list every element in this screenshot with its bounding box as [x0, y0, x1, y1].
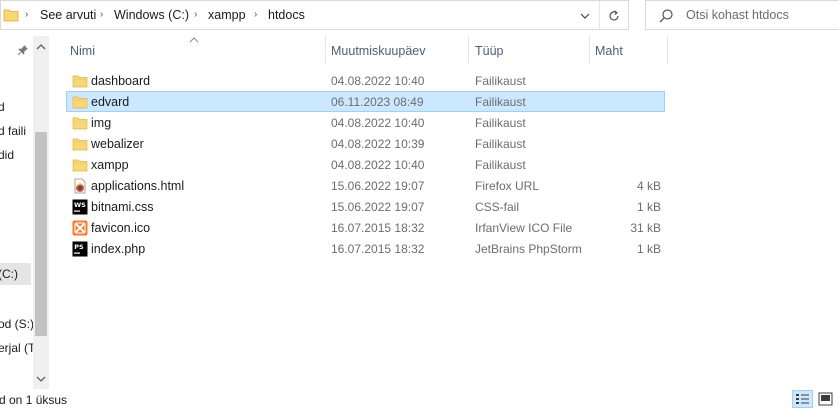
column-divider[interactable]: [589, 36, 590, 64]
file-name: edvard: [91, 95, 130, 109]
column-header-row: Nimi Muutmiskuupäev Tüüp Maht: [0, 36, 839, 64]
file-type: JetBrains PhpStorm: [475, 242, 582, 256]
address-bar[interactable]: › See arvuti › Windows (C:) › xampp › ht…: [0, 0, 629, 30]
large-icons-view-button[interactable]: [816, 390, 835, 408]
column-header-date[interactable]: Muutmiskuupäev: [331, 36, 426, 64]
file-size: 1 kB: [636, 242, 661, 256]
xampp-icon: [72, 220, 88, 236]
status-text: d on 1 üksus: [0, 393, 68, 407]
refresh-icon[interactable]: [605, 7, 623, 25]
file-row[interactable]: favicon.ico 16.07.2015 18:32 IrfanView I…: [66, 217, 665, 238]
file-row[interactable]: PS index.php 16.07.2015 18:32 JetBrains …: [66, 238, 665, 259]
folder-icon: [72, 117, 88, 130]
file-name: img: [91, 116, 112, 130]
file-date: 04.08.2022 10:40: [331, 74, 425, 88]
breadcrumb-xampp[interactable]: xampp: [208, 8, 246, 22]
breadcrumb-htdocs[interactable]: htdocs: [268, 8, 305, 22]
column-divider[interactable]: [468, 36, 469, 64]
breadcrumb-separator-icon[interactable]: ›: [254, 9, 257, 20]
file-date: 15.06.2022 19:07: [331, 179, 425, 193]
large-icons-view-icon: [818, 392, 833, 406]
scroll-down-arrow-icon[interactable]: [35, 373, 47, 385]
breadcrumb-separator-icon: ›: [25, 9, 29, 20]
file-name: xampp: [91, 158, 129, 172]
file-date: 16.07.2015 18:32: [331, 221, 425, 235]
file-date: 04.08.2022 10:40: [331, 158, 425, 172]
file-row[interactable]: WS bitnami.css 15.06.2022 19:07 CSS-fail…: [66, 196, 665, 217]
file-type: Failikaust: [475, 116, 526, 130]
folder-icon: [72, 96, 88, 109]
file-type: Failikaust: [475, 158, 526, 172]
file-date: 15.06.2022 19:07: [331, 200, 425, 214]
file-name: applications.html: [91, 179, 185, 193]
phpstorm-icon: PS: [72, 241, 88, 257]
file-type: Failikaust: [475, 74, 526, 88]
chevron-down-icon[interactable]: [576, 7, 594, 25]
file-row[interactable]: xampp 04.08.2022 10:40 Failikaust: [66, 154, 665, 175]
column-header-size[interactable]: Maht: [595, 36, 623, 64]
breadcrumb-separator-icon[interactable]: ›: [100, 9, 103, 20]
file-date: 16.07.2015 18:32: [331, 242, 425, 256]
file-size: 31 kB: [630, 221, 661, 235]
svg-text:PS: PS: [74, 243, 84, 251]
search-icon: [659, 9, 673, 23]
nav-item[interactable]: od (S:): [0, 317, 34, 331]
file-date: 06.11.2023 08:49: [331, 95, 424, 109]
file-row[interactable]: applications.html 15.06.2022 19:07 Firef…: [66, 175, 665, 196]
file-type: Firefox URL: [475, 179, 540, 193]
webstorm-icon: WS: [72, 199, 88, 215]
file-name: bitnami.css: [91, 200, 154, 214]
nav-item[interactable]: erjal (T: [0, 341, 35, 355]
svg-text:WS: WS: [74, 201, 86, 209]
file-name: dashboard: [91, 74, 151, 88]
address-divider: [599, 1, 600, 29]
details-view-icon: [796, 394, 809, 404]
folder-icon: [72, 159, 88, 172]
file-row[interactable]: webalizer 04.08.2022 10:39 Failikaust: [66, 133, 665, 154]
column-header-type[interactable]: Tüüp: [475, 36, 504, 64]
file-type: CSS-fail: [475, 200, 520, 214]
file-row[interactable]: dashboard 04.08.2022 10:40 Failikaust: [66, 70, 665, 91]
folder-icon: [3, 9, 19, 22]
column-divider[interactable]: [667, 36, 668, 64]
file-name: index.php: [91, 242, 146, 256]
column-divider[interactable]: [325, 36, 326, 64]
file-name: favicon.ico: [91, 221, 151, 235]
file-size: 1 kB: [636, 200, 661, 214]
navigation-pane: d d faili did (C:) od (S:) erjal (T: [0, 36, 49, 389]
details-view-button[interactable]: [792, 390, 813, 408]
nav-item[interactable]: did: [0, 148, 14, 162]
file-row[interactable]: img 04.08.2022 10:40 Failikaust: [66, 112, 665, 133]
breadcrumb-drive-c[interactable]: Windows (C:): [114, 8, 189, 22]
file-size: 4 kB: [636, 179, 661, 193]
search-box[interactable]: Otsi kohast htdocs: [645, 0, 839, 30]
file-date: 04.08.2022 10:39: [331, 137, 425, 151]
nav-item[interactable]: d: [0, 100, 5, 114]
file-date: 04.08.2022 10:40: [331, 116, 425, 130]
nav-item-drive-c[interactable]: (C:): [0, 263, 31, 285]
file-type: Failikaust: [475, 137, 526, 151]
folder-icon: [72, 138, 88, 151]
file-type: Failikaust: [475, 95, 526, 109]
file-type: IrfanView ICO File: [475, 221, 573, 235]
firefox-html-icon: [74, 178, 86, 194]
file-row-selected[interactable]: edvard 06.11.2023 08:49 Failikaust: [66, 91, 665, 112]
nav-item[interactable]: d faili: [0, 124, 26, 138]
breadcrumb-this-pc[interactable]: See arvuti: [40, 8, 96, 22]
file-name: webalizer: [91, 137, 144, 151]
search-input[interactable]: Otsi kohast htdocs: [686, 8, 789, 22]
folder-icon: [72, 75, 88, 88]
scrollbar-thumb[interactable]: [35, 132, 47, 336]
breadcrumb-separator-icon[interactable]: ›: [194, 9, 197, 20]
column-header-name[interactable]: Nimi: [70, 36, 95, 64]
status-bar: d on 1 üksus: [0, 389, 839, 409]
